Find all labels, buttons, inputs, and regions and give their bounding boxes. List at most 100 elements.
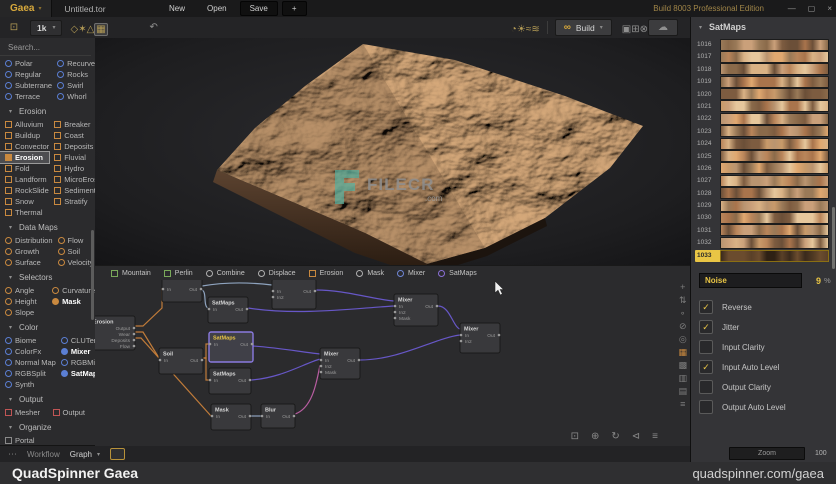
satmap-item-1017[interactable]: 1017 — [695, 51, 829, 62]
library-node-microerosi[interactable]: MicroErosi... — [49, 174, 96, 185]
library-node-output[interactable]: Output — [48, 407, 96, 418]
option-output-clarity[interactable]: Output Clarity — [699, 377, 831, 397]
search-input[interactable]: Search... — [0, 38, 91, 56]
graph-strip-icon-9[interactable]: ≡ — [680, 399, 685, 409]
library-node-cluter[interactable]: CLUTer — [56, 335, 96, 346]
library-node-convector[interactable]: Convector — [0, 141, 49, 152]
library-node-landform[interactable]: Landform — [0, 174, 49, 185]
favorite-node-mixer[interactable]: Mixer — [397, 270, 425, 277]
graph-strip-icon-7[interactable]: ▥ — [678, 373, 687, 383]
favorite-node-combine[interactable]: Combine — [206, 270, 245, 277]
satmap-item-1025[interactable]: 1025 — [695, 151, 829, 162]
ridges-icon[interactable]: ≋ — [531, 24, 539, 35]
library-node-curvature[interactable]: Curvature — [47, 285, 95, 296]
noise-value[interactable]: 9 — [816, 276, 821, 286]
sun-icon[interactable]: ☀ — [517, 24, 526, 35]
library-node-fold[interactable]: Fold — [0, 163, 49, 174]
graph-node-erosion[interactable]: ErosionOutputWearDepositsFlow — [95, 316, 135, 350]
satmap-item-1016[interactable]: 1016 — [695, 39, 829, 50]
graph-strip-icon-2[interactable]: ∘ — [680, 308, 686, 318]
library-node-subterrane[interactable]: Subterrane — [0, 80, 52, 91]
favorite-node-erosion[interactable]: Erosion — [309, 270, 344, 277]
tab-workflow[interactable]: Workflow — [27, 450, 60, 459]
library-node-velocity[interactable]: Velocity — [53, 257, 95, 268]
library-node-buildup[interactable]: Buildup — [0, 130, 49, 141]
library-node-mesher[interactable]: Mesher — [0, 407, 48, 418]
satmap-item-1023[interactable]: 1023 — [695, 126, 829, 137]
noise-field[interactable]: Noise — [699, 273, 802, 288]
app-menu[interactable]: Gaea ▾ — [0, 0, 52, 17]
graph-strip-icon-6[interactable]: ▩ — [678, 360, 687, 370]
tab-graph[interactable]: Graph ▾ — [70, 450, 100, 459]
graph-strip-icon-0[interactable]: + — [680, 282, 685, 292]
library-node-swirl[interactable]: Swirl — [52, 80, 95, 91]
graph-strip-icon-3[interactable]: ⊘ — [679, 321, 687, 331]
close-button[interactable]: × — [827, 4, 832, 13]
graph-strip-icon-4[interactable]: ◎ — [679, 334, 687, 344]
satmap-item-1031[interactable]: 1031 — [695, 225, 829, 236]
favorite-node-mountain[interactable]: Mountain — [111, 270, 151, 277]
undo-icon[interactable]: ↶ — [146, 22, 162, 33]
graph-node-mixer[interactable]: MixerInIn2Out — [460, 323, 501, 353]
library-node-satmaps[interactable]: SatMaps — [56, 368, 96, 379]
library-node-growth[interactable]: Growth — [0, 246, 53, 257]
option-input-auto-level[interactable]: ✓Input Auto Level — [699, 357, 831, 377]
favorite-node-perlin[interactable]: Perlin — [164, 270, 193, 277]
option-jitter[interactable]: ✓Jitter — [699, 317, 831, 337]
camera-icon[interactable]: ▦ — [94, 23, 107, 36]
graph-node-satmaps[interactable]: SatMapsInOut — [209, 332, 254, 362]
library-group-organize[interactable]: ▾Organize — [0, 418, 95, 435]
graph-node-mixer[interactable]: MixerInIn2MaskOut — [394, 294, 439, 326]
checkbox-unchecked-icon[interactable] — [699, 400, 713, 414]
library-node-deposits[interactable]: Deposits — [49, 141, 96, 152]
graph-node-mixer[interactable]: MixerInIn2MaskOut — [320, 348, 361, 379]
library-node-rocks[interactable]: Rocks — [52, 69, 95, 80]
library-node-synth[interactable]: Synth — [0, 379, 56, 390]
graph-strip-icon-1[interactable]: ⇅ — [679, 295, 687, 305]
save-button[interactable]: Save — [240, 1, 278, 16]
graph-tool-icon-1[interactable]: ⊕ — [591, 431, 599, 442]
option-output-auto-level[interactable]: Output Auto Level — [699, 397, 831, 417]
library-node-sediment[interactable]: Sediment — [49, 185, 96, 196]
library-group-data-maps[interactable]: ▾Data Maps — [0, 218, 95, 235]
library-group-erosion[interactable]: ▾Erosion — [0, 102, 95, 119]
library-node-angle[interactable]: Angle — [0, 285, 47, 296]
favorite-node-satmaps[interactable]: SatMaps — [438, 270, 477, 277]
graph-strip-icon-8[interactable]: ▤ — [678, 386, 687, 396]
minimize-button[interactable]: — — [788, 4, 796, 13]
open-button[interactable]: Open — [198, 2, 236, 15]
favorite-node-mask[interactable]: Mask — [356, 270, 384, 277]
sidebar-scrollbar[interactable] — [91, 230, 94, 320]
satmap-item-1029[interactable]: 1029 — [695, 200, 829, 211]
build-button[interactable]: ∞ Build ▾ — [555, 19, 612, 36]
library-node-portal[interactable]: Portal — [0, 435, 48, 445]
graph-node-satmaps[interactable]: SatMapsInOut — [208, 297, 249, 323]
graph-node-blur[interactable]: BlurInOut — [261, 404, 296, 428]
satmaps-scrollbar[interactable] — [832, 207, 835, 269]
library-node-regular[interactable]: Regular — [0, 69, 52, 80]
satmap-item-1030[interactable]: 1030 — [695, 212, 829, 223]
satmaps-panel-header[interactable]: ▾ SatMaps — [691, 17, 836, 37]
option-input-clarity[interactable]: Input Clarity — [699, 337, 831, 357]
library-node-alluvium[interactable]: Alluvium — [0, 119, 49, 130]
graph-tool-icon-3[interactable]: ⊲ — [632, 431, 640, 442]
checkbox-checked-icon[interactable]: ✓ — [699, 320, 713, 334]
cloud-build-button[interactable]: ☁ — [648, 19, 678, 36]
graph-node-unnamed[interactable]: InOut — [162, 277, 203, 302]
favorite-node-displace[interactable]: Displace — [258, 270, 296, 277]
library-node-mixer[interactable]: Mixer — [56, 346, 96, 357]
library-node-hydro[interactable]: Hydro — [49, 163, 96, 174]
library-node-recurve[interactable]: Recurve — [52, 58, 95, 69]
library-node-coast[interactable]: Coast — [49, 130, 96, 141]
node-graph-canvas[interactable]: Mountain Perlin Combine Displace Erosion Mask… — [95, 265, 690, 446]
graph-tool-icon-0[interactable]: ⊡ — [571, 431, 579, 442]
library-node-colorfx[interactable]: ColorFx — [0, 346, 56, 357]
library-node-rockslide[interactable]: RockSlide — [0, 185, 49, 196]
satmap-item-1033-selected[interactable]: 1033 — [695, 250, 829, 262]
duplicate-icon[interactable]: ▣ — [622, 24, 631, 35]
satmap-item-1018[interactable]: 1018 — [695, 64, 829, 75]
terrain-viewport[interactable]: FILECR .com — [95, 38, 690, 265]
library-node-flow[interactable]: Flow — [53, 235, 95, 246]
library-node-thermal[interactable]: Thermal — [0, 207, 49, 218]
library-node-terrace[interactable]: Terrace — [0, 91, 52, 102]
